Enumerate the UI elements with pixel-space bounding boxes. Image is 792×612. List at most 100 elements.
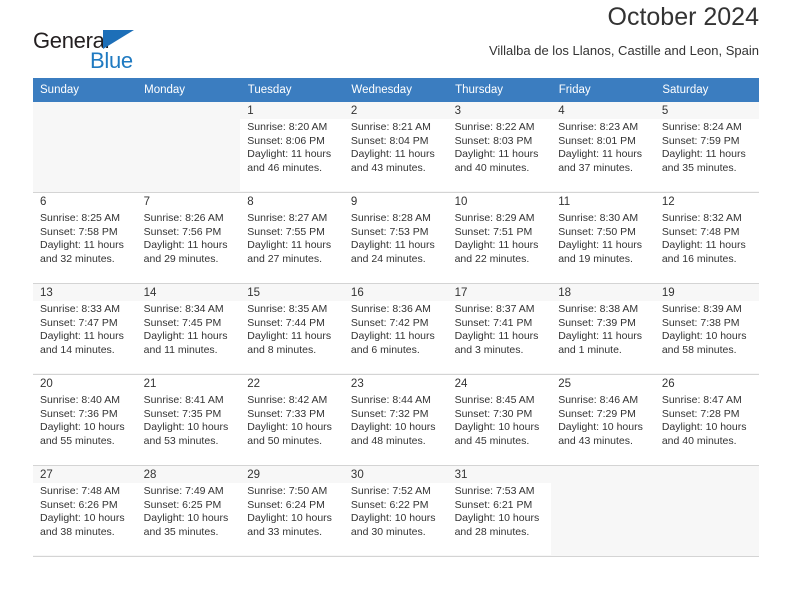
day-info-line: Sunset: 7:42 PM [350,316,429,329]
day-cell-content: 20 Sunrise: 8:40 AM Sunset: 7:36 PM Dayligh… [33,375,137,465]
day-info-line: Sunset: 7:51 PM [454,225,533,238]
day-info-line: Sunrise: 7:49 AM [143,485,224,497]
day-info-line: Sunrise: 8:26 AM [143,212,224,224]
day-cell-content: 28 Sunrise: 7:49 AM Sunset: 6:25 PM Dayligh… [136,466,241,556]
weekday-header-saturday: Saturday [654,78,759,102]
day-info-line: Daylight: 11 hours [558,148,643,161]
day-info-line: Sunset: 7:35 PM [143,407,222,420]
calendar-day-cell[interactable]: 20 Sunrise: 8:40 AM Sunset: 7:36 PM Dayligh… [33,374,137,466]
day-info-line: and 35 minutes. [143,525,219,538]
day-cell-content: 16 Sunrise: 8:36 AM Sunset: 7:42 PM Dayligh… [343,284,448,374]
calendar-day-cell[interactable]: 21 Sunrise: 8:41 AM Sunset: 7:35 PM Dayligh… [136,374,241,466]
day-info-line: Sunrise: 8:22 AM [454,121,535,133]
calendar-day-cell[interactable]: 9 Sunrise: 8:28 AM Sunset: 7:53 PM Daylight… [343,192,448,284]
calendar-day-cell[interactable]: 28 Sunrise: 7:49 AM Sunset: 6:25 PM Dayligh… [136,465,241,557]
weekday-header-friday: Friday [551,78,656,102]
day-number: 4 [558,105,565,117]
day-cell-content: 7 Sunrise: 8:26 AM Sunset: 7:56 PM Daylight… [136,193,241,283]
calendar-day-cell[interactable]: 14 Sunrise: 8:34 AM Sunset: 7:45 PM Dayligh… [136,283,241,375]
calendar-week-row: 6 Sunrise: 8:25 AM Sunset: 7:58 PM Daylight… [33,192,759,284]
calendar-day-cell[interactable]: 25 Sunrise: 8:46 AM Sunset: 7:29 PM Dayligh… [551,374,655,466]
day-info-line: Sunset: 7:36 PM [40,407,118,420]
day-info-line: Daylight: 10 hours [143,512,229,525]
calendar-day-cell[interactable]: 4 Sunrise: 8:23 AM Sunset: 8:01 PM Daylight… [551,102,655,193]
day-info-line: Daylight: 10 hours [247,421,332,434]
calendar-body: 1 Sunrise: 8:20 AM Sunset: 8:06 PM Daylight… [33,102,759,557]
day-info-block: Sunrise: 8:37 AM Sunset: 7:41 PM Daylight:… [447,301,552,373]
day-number: 15 [247,287,261,299]
calendar-day-cell[interactable]: 12 Sunrise: 8:32 AM Sunset: 7:48 PM Dayligh… [654,192,759,284]
day-info-line: and 14 minutes. [40,343,115,356]
calendar-day-cell[interactable]: 11 Sunrise: 8:30 AM Sunset: 7:50 PM Dayligh… [551,192,655,284]
day-info-line: Sunset: 6:24 PM [247,498,325,511]
day-info-line: Daylight: 11 hours [247,330,332,343]
day-info-block: Sunrise: 8:21 AM Sunset: 8:04 PM Daylight:… [343,119,448,191]
day-cell-content: 30 Sunrise: 7:52 AM Sunset: 6:22 PM Dayligh… [343,466,448,556]
day-info-line: and 40 minutes. [661,434,737,447]
day-info-line: Sunrise: 8:36 AM [350,303,431,315]
day-info-line: and 30 minutes. [350,525,426,538]
day-info-block: Sunrise: 8:38 AM Sunset: 7:39 PM Daylight:… [551,301,655,373]
calendar-day-cell[interactable]: 1 Sunrise: 8:20 AM Sunset: 8:06 PM Daylight… [240,102,344,193]
day-cell-content: 25 Sunrise: 8:46 AM Sunset: 7:29 PM Dayligh… [551,375,655,465]
day-info-line: and 32 minutes. [40,252,115,265]
calendar-day-cell[interactable]: 19 Sunrise: 8:39 AM Sunset: 7:38 PM Dayligh… [654,283,759,375]
day-info-line: Sunset: 7:33 PM [247,407,325,420]
day-info-block [137,104,241,176]
calendar-day-cell[interactable]: 7 Sunrise: 8:26 AM Sunset: 7:56 PM Daylight… [136,192,241,284]
calendar-day-cell[interactable]: 6 Sunrise: 8:25 AM Sunset: 7:58 PM Daylight… [33,192,137,284]
day-info-line: Sunrise: 8:32 AM [661,212,742,224]
calendar-day-cell[interactable]: 17 Sunrise: 8:37 AM Sunset: 7:41 PM Dayligh… [447,283,552,375]
day-info-line: Sunrise: 8:46 AM [558,394,639,406]
calendar-day-cell[interactable]: 23 Sunrise: 8:44 AM Sunset: 7:32 PM Dayligh… [343,374,448,466]
day-cell-content: 23 Sunrise: 8:44 AM Sunset: 7:32 PM Dayligh… [343,375,448,465]
day-number: 23 [350,378,364,390]
day-info-line: Sunset: 7:41 PM [454,316,533,329]
weekday-header-sunday: Sunday [33,78,138,102]
day-cell-content [655,466,759,556]
day-info-line: Daylight: 10 hours [247,512,332,525]
day-info-block: Sunrise: 8:40 AM Sunset: 7:36 PM Daylight:… [33,392,137,464]
day-info-line: Daylight: 11 hours [247,148,332,161]
day-info-line: Sunrise: 8:35 AM [247,303,328,315]
calendar-header-row: Sunday Monday Tuesday Wednesday Thursday Frid… [33,78,759,102]
day-info-line: Sunrise: 8:40 AM [40,394,120,406]
day-info-line: Sunset: 7:55 PM [247,225,325,238]
calendar-day-cell[interactable]: 30 Sunrise: 7:52 AM Sunset: 6:22 PM Dayligh… [343,465,448,557]
calendar-day-cell[interactable]: 13 Sunrise: 8:33 AM Sunset: 7:47 PM Dayligh… [33,283,137,375]
calendar-day-cell[interactable]: 8 Sunrise: 8:27 AM Sunset: 7:55 PM Daylight… [240,192,344,284]
day-number: 3 [454,105,461,117]
day-info-line: Daylight: 11 hours [143,330,228,343]
calendar-day-cell[interactable]: 27 Sunrise: 7:48 AM Sunset: 6:26 PM Dayligh… [33,465,137,557]
calendar-day-cell[interactable]: 5 Sunrise: 8:24 AM Sunset: 7:59 PM Daylight… [654,102,759,193]
day-number: 11 [558,196,571,208]
calendar-day-cell[interactable]: 31 Sunrise: 7:53 AM Sunset: 6:21 PM Dayligh… [447,465,552,557]
day-number: 26 [661,378,675,390]
day-info-line: Daylight: 11 hours [558,239,643,252]
calendar-day-cell[interactable]: 16 Sunrise: 8:36 AM Sunset: 7:42 PM Dayligh… [343,283,448,375]
day-number: 12 [661,196,675,208]
day-info-line: Sunset: 8:03 PM [454,134,533,147]
day-number: 27 [40,469,53,481]
calendar-day-cell[interactable]: 10 Sunrise: 8:29 AM Sunset: 7:51 PM Dayligh… [447,192,552,284]
calendar-day-cell[interactable]: 2 Sunrise: 8:21 AM Sunset: 8:04 PM Daylight… [343,102,448,193]
calendar-day-cell[interactable]: 18 Sunrise: 8:38 AM Sunset: 7:39 PM Dayligh… [551,283,655,375]
calendar-day-cell[interactable]: 26 Sunrise: 8:47 AM Sunset: 7:28 PM Dayligh… [654,374,759,466]
calendar-day-cell[interactable]: 22 Sunrise: 8:42 AM Sunset: 7:33 PM Dayligh… [240,374,344,466]
day-info-line: Sunset: 7:48 PM [661,225,740,238]
day-info-line: Sunrise: 8:25 AM [40,212,120,224]
day-info-line: Sunset: 7:38 PM [661,316,740,329]
day-info-block: Sunrise: 8:39 AM Sunset: 7:38 PM Daylight:… [654,301,759,373]
calendar-day-cell[interactable]: 29 Sunrise: 7:50 AM Sunset: 6:24 PM Dayligh… [240,465,344,557]
day-info-block: Sunrise: 8:42 AM Sunset: 7:33 PM Daylight:… [240,392,344,464]
day-info-line: and 16 minutes. [661,252,737,265]
calendar-day-cell[interactable]: 15 Sunrise: 8:35 AM Sunset: 7:44 PM Dayligh… [240,283,344,375]
calendar-page: General Blue October 2024 Villalba de lo… [0,0,792,612]
calendar-week-row: 1 Sunrise: 8:20 AM Sunset: 8:06 PM Daylight… [33,102,759,193]
day-info-line: Daylight: 11 hours [247,239,332,252]
day-info-line: Daylight: 10 hours [40,512,125,525]
calendar-day-cell[interactable]: 24 Sunrise: 8:45 AM Sunset: 7:30 PM Dayligh… [447,374,552,466]
calendar-day-cell[interactable]: 3 Sunrise: 8:22 AM Sunset: 8:03 PM Daylight… [447,102,552,193]
day-number: 9 [350,196,358,208]
day-number: 25 [558,378,571,390]
